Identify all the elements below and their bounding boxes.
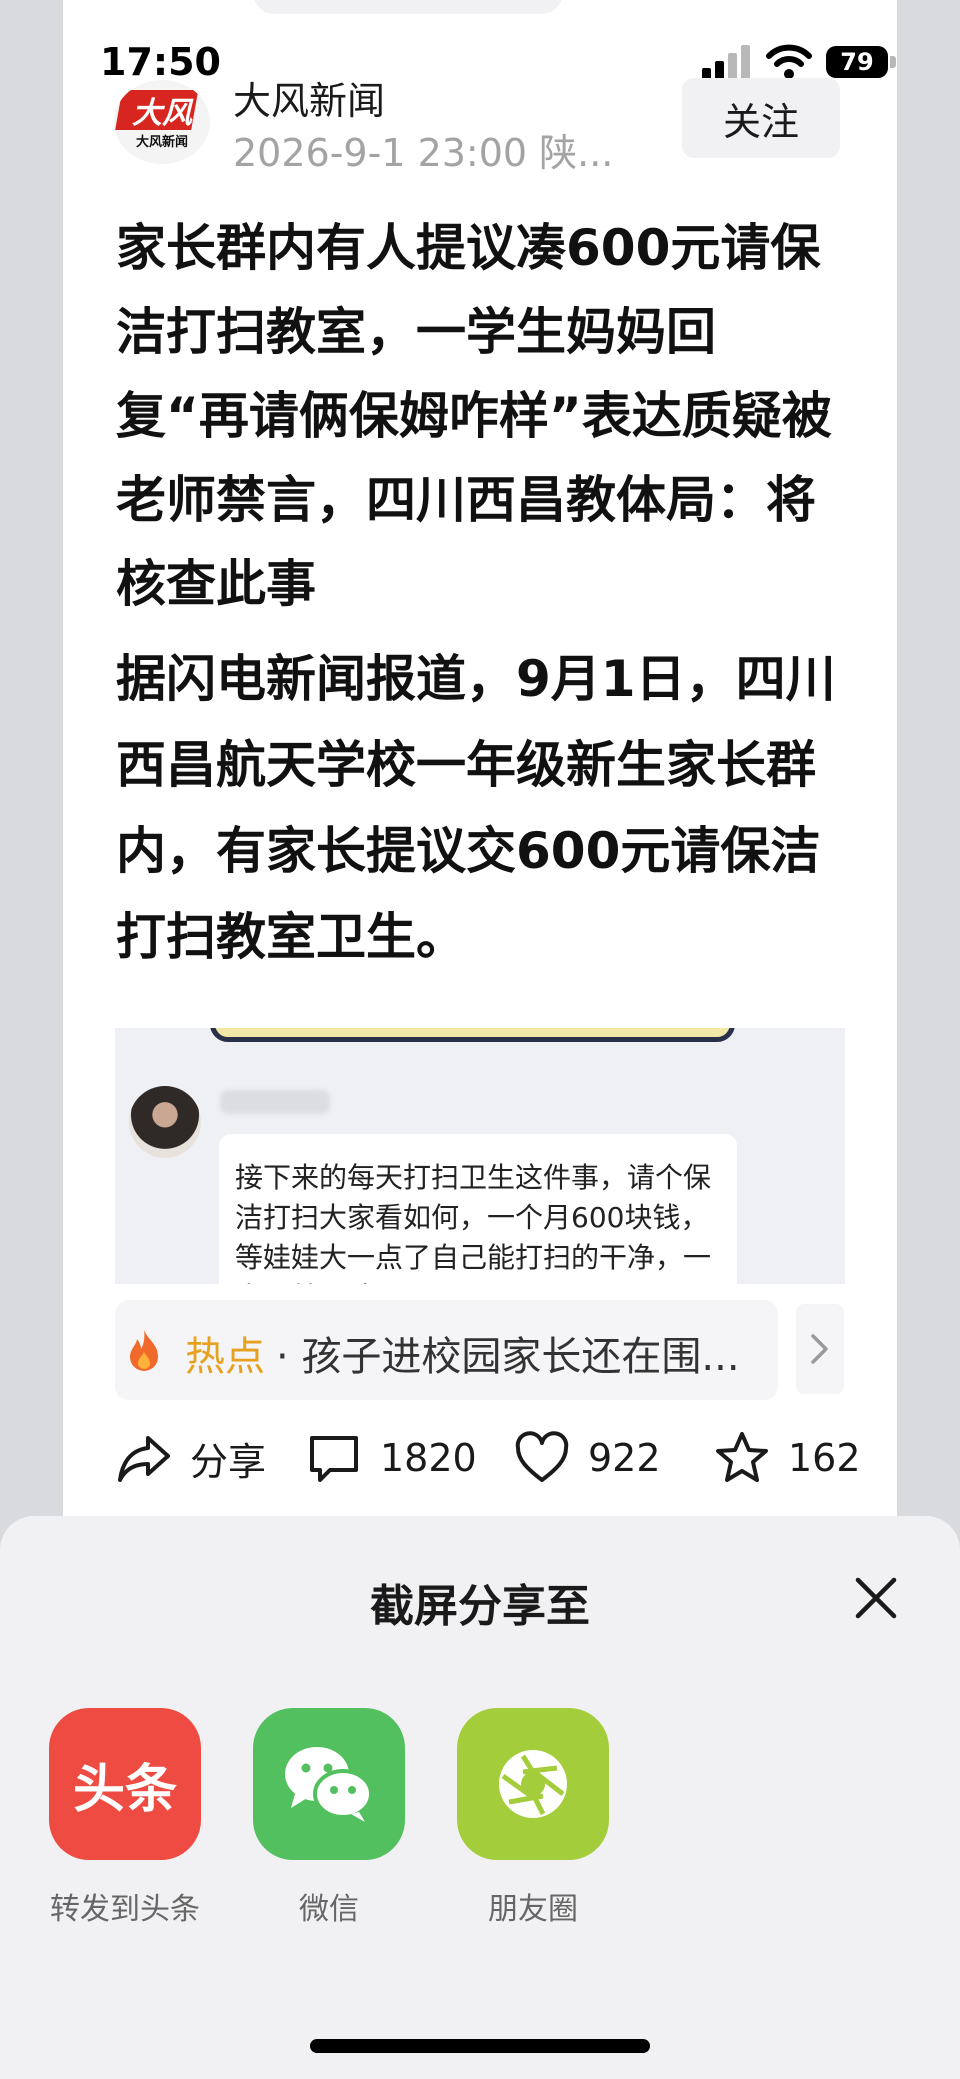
- home-indicator[interactable]: [310, 2039, 650, 2053]
- chat-avatar: [129, 1086, 201, 1158]
- close-icon[interactable]: [852, 1574, 900, 1622]
- source-logo: 大风 大风新闻: [115, 90, 199, 150]
- wechat-icon: [285, 1747, 373, 1822]
- like-count: 922: [588, 1436, 661, 1480]
- share-arrow-icon: [118, 1436, 170, 1482]
- status-time: 17:50: [100, 40, 221, 84]
- chevron-right-icon: [811, 1334, 828, 1364]
- flame-icon: [130, 1330, 158, 1371]
- comment-icon: [310, 1436, 358, 1482]
- favorite-action[interactable]: 162: [714, 1430, 861, 1486]
- heart-icon: [515, 1431, 569, 1482]
- share-target-label: 微信: [299, 1892, 359, 1927]
- article-body: 据闪电新闻报道，9月1日，四川西昌航天学校一年级新生家长群内，有家长提议交600…: [116, 650, 836, 966]
- moments-aperture-icon: [499, 1750, 567, 1818]
- comment-action[interactable]: 1820: [306, 1430, 477, 1486]
- publish-meta: 2026-9-1 23:00 陕...: [233, 131, 614, 175]
- share-target-label: 朋友圈: [488, 1892, 578, 1927]
- share-to-toutiao[interactable]: 头条 转发到头条: [49, 1708, 201, 1927]
- favorite-count: 162: [788, 1436, 861, 1480]
- battery-indicator: 79: [826, 46, 888, 78]
- logo-subtext: 大风新闻: [136, 134, 188, 150]
- share-to-moments[interactable]: 朋友圈: [457, 1708, 609, 1927]
- chat-message-text: 接下来的每天打扫卫生这件事，请个保洁打扫大家看如何，一个月600块钱，等娃娃大一…: [235, 1161, 712, 1284]
- wifi-icon: [766, 44, 812, 79]
- share-action[interactable]: 分享: [116, 1430, 266, 1486]
- article-image[interactable]: 接下来的每天打扫卫生这件事，请个保洁打扫大家看如何，一个月600块钱，等娃娃大一…: [115, 1028, 845, 1284]
- comment-count: 1820: [380, 1436, 477, 1480]
- toutiao-logo-text: 头条: [72, 1759, 177, 1820]
- follow-button[interactable]: 关注: [682, 78, 840, 158]
- hot-topic-text[interactable]: · 孩子进校园家长还在围...: [276, 1324, 766, 1382]
- chat-sender-name: [220, 1090, 330, 1114]
- hot-label: 热点: [185, 1334, 265, 1380]
- share-sheet-title: 截屏分享至: [370, 1581, 590, 1632]
- hot-topic-title: 孩子进校园家长还在围...: [301, 1334, 740, 1380]
- top-pill: [253, 0, 563, 14]
- source-avatar[interactable]: 大风 大风新闻: [114, 80, 210, 164]
- source-name[interactable]: 大风新闻: [233, 70, 385, 125]
- toutiao-tile: 头条: [49, 1708, 201, 1860]
- moments-tile: [457, 1708, 609, 1860]
- share-target-label: 转发到头条: [50, 1892, 200, 1927]
- embed-banner: [210, 1028, 735, 1042]
- share-label: 分享: [190, 1439, 267, 1484]
- hot-separator: ·: [276, 1334, 289, 1380]
- battery-cap: [890, 56, 896, 68]
- signal-icon: [702, 45, 750, 80]
- like-action[interactable]: 922: [514, 1430, 661, 1486]
- wechat-tile: [253, 1708, 405, 1860]
- star-icon: [716, 1432, 768, 1482]
- logo-text: 大风: [132, 96, 194, 131]
- article-headline: 家长群内有人提议凑600元请保洁打扫教室，一学生妈妈回复“再请俩保姆咋样”表达质…: [116, 219, 832, 613]
- share-to-wechat[interactable]: 微信: [253, 1708, 405, 1927]
